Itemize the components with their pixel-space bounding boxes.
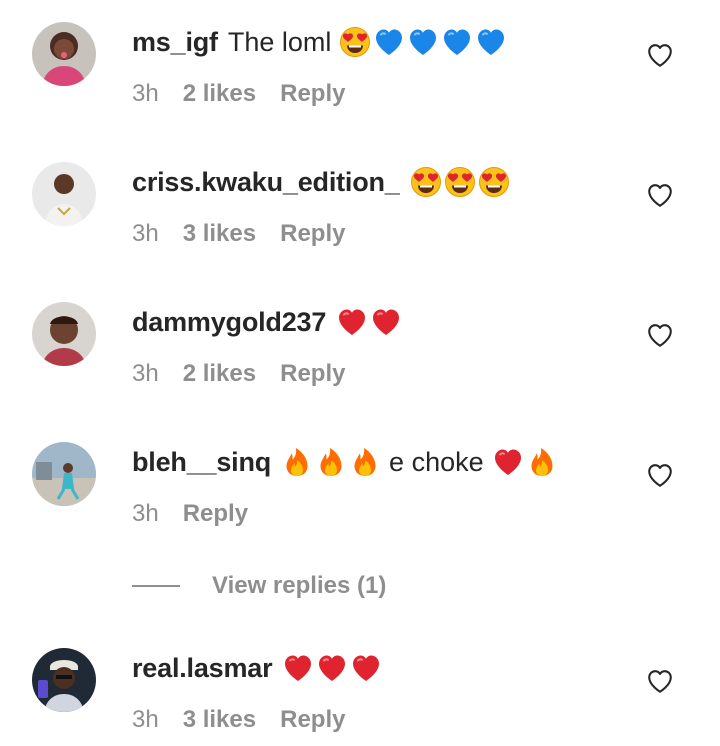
fire-emoji-icon (315, 446, 347, 478)
fire-emoji-icon (281, 446, 313, 478)
avatar[interactable] (32, 22, 96, 86)
red-heart-emoji-icon (370, 306, 402, 338)
like-heart-icon[interactable] (645, 320, 675, 350)
blue-heart-emoji-icon (441, 26, 473, 58)
likes-count[interactable]: 3 likes (183, 220, 256, 248)
likes-count[interactable]: 2 likes (183, 360, 256, 388)
avatar[interactable] (32, 442, 96, 506)
username[interactable]: dammygold237 (132, 307, 326, 338)
reply-button[interactable]: Reply (280, 80, 345, 108)
likes-count[interactable]: 3 likes (183, 706, 256, 734)
timestamp: 3h (132, 706, 159, 733)
avatar[interactable] (32, 302, 96, 366)
red-heart-emoji-icon (336, 306, 368, 338)
reply-button[interactable]: Reply (280, 220, 345, 248)
view-replies-divider (132, 585, 180, 587)
comment-meta: 3h 3 likes Reply (132, 220, 345, 248)
username[interactable]: ms_igf (132, 27, 218, 58)
red-heart-emoji-icon (282, 652, 314, 684)
likes-count[interactable]: 2 likes (183, 80, 256, 108)
heart-eyes-emoji-icon (478, 166, 510, 198)
like-heart-icon[interactable] (645, 40, 675, 70)
heart-eyes-emoji-icon (444, 166, 476, 198)
comment-text: e choke (389, 446, 484, 477)
comment-meta: 3h 2 likes Reply (132, 80, 345, 108)
comment-item: bleh__sinq e choke 3h Reply (0, 440, 720, 540)
red-heart-emoji-icon (492, 446, 524, 478)
reply-button[interactable]: Reply (280, 360, 345, 388)
heart-eyes-emoji-icon (410, 166, 442, 198)
username[interactable]: real.lasmar (132, 653, 273, 684)
comment-item: real.lasmar 3h 3 likes Reply (0, 646, 720, 746)
comment-line: real.lasmar (132, 646, 390, 690)
blue-heart-emoji-icon (407, 26, 439, 58)
emoji-group (282, 652, 382, 684)
emoji-group (336, 306, 402, 338)
reply-button[interactable]: Reply (280, 706, 345, 734)
red-heart-emoji-icon (350, 652, 382, 684)
view-replies-toggle[interactable]: View replies (1) (132, 570, 386, 602)
comment-text: The loml (227, 26, 332, 57)
comment-item: criss.kwaku_edition_ 3h 3 likes Reply (0, 160, 720, 260)
emoji-group (492, 446, 558, 478)
comment-meta: 3h 3 likes Reply (132, 706, 345, 734)
timestamp: 3h (132, 360, 159, 387)
emoji-group (339, 26, 507, 58)
comment-line: dammygold237 (132, 300, 410, 344)
heart-eyes-emoji-icon (339, 26, 371, 58)
timestamp: 3h (132, 500, 159, 527)
username[interactable]: criss.kwaku_edition_ (132, 167, 400, 198)
comment-line: bleh__sinq e choke (132, 440, 566, 484)
comment-meta: 3h Reply (132, 500, 248, 528)
blue-heart-emoji-icon (373, 26, 405, 58)
like-heart-icon[interactable] (645, 460, 675, 490)
avatar[interactable] (32, 648, 96, 712)
fire-emoji-icon (349, 446, 381, 478)
avatar[interactable] (32, 162, 96, 226)
like-heart-icon[interactable] (645, 666, 675, 696)
comment-item: ms_igf The loml 3h 2 likes Reply (0, 20, 720, 120)
reply-button[interactable]: Reply (183, 500, 248, 528)
view-replies-label[interactable]: View replies (1) (212, 572, 386, 600)
timestamp: 3h (132, 80, 159, 107)
emoji-group (281, 446, 381, 478)
like-heart-icon[interactable] (645, 180, 675, 210)
comment-line: ms_igf The loml (132, 20, 515, 64)
comment-line: criss.kwaku_edition_ (132, 160, 518, 204)
fire-emoji-icon (526, 446, 558, 478)
blue-heart-emoji-icon (475, 26, 507, 58)
comment-item: dammygold237 3h 2 likes Reply (0, 300, 720, 400)
username[interactable]: bleh__sinq (132, 447, 271, 478)
comment-meta: 3h 2 likes Reply (132, 360, 345, 388)
timestamp: 3h (132, 220, 159, 247)
emoji-group (410, 166, 510, 198)
red-heart-emoji-icon (316, 652, 348, 684)
